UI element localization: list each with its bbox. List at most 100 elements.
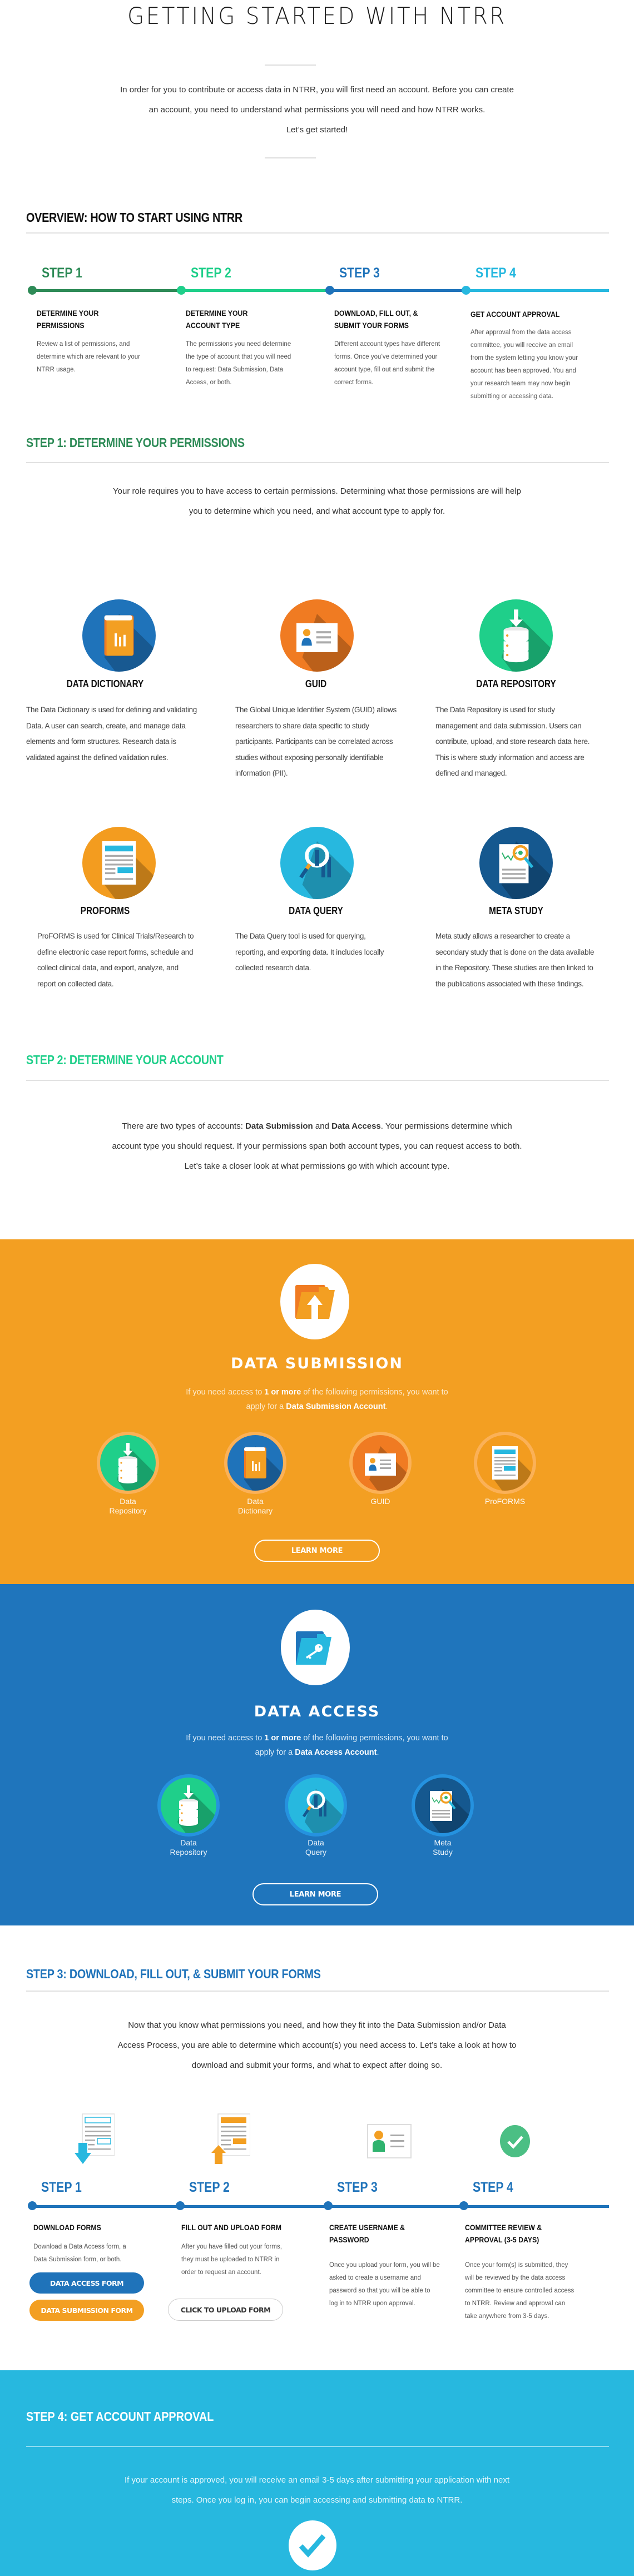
text: If you need access to [186, 1388, 265, 1397]
document-magnifier-icon [412, 1774, 474, 1837]
check-icon [289, 2520, 336, 2570]
step-heading: DETERMINE YOUR ACCOUNT TYPE [186, 309, 248, 330]
database-download-icon [479, 599, 553, 672]
step2-intro: There are two types of accounts: Data Su… [33, 1116, 601, 1177]
book-chart-icon [224, 1432, 286, 1494]
step-heading: DETERMINE YOUR PERMISSIONS [37, 309, 99, 330]
step-heading: CREATE USERNAME & PASSWORD [329, 2223, 405, 2244]
step1-intro: Your role requires you to have access to… [33, 482, 601, 522]
intro-line: There are two types of accounts: Data Su… [33, 1116, 601, 1136]
magnifier-chart-icon [280, 827, 354, 899]
data-submission-form-button[interactable]: DATA SUBMISSION FORM [29, 2300, 144, 2321]
id-card-icon [280, 599, 354, 672]
text: and [313, 1121, 332, 1131]
step-description: Once your form(s) is submitted, they wil… [465, 2262, 574, 2320]
permission-description: ProFORMS is used for Clinical Trials/Res… [37, 932, 194, 988]
step-heading: COMMITTEE REVIEW & APPROVAL (3-5 DAYS) [465, 2223, 542, 2244]
permission-title: META STUDY [489, 905, 543, 916]
intro-line: account type you should request. If your… [112, 1141, 522, 1151]
page: GETTING STARTED WITH NTRR In order for y… [0, 0, 634, 2576]
permission-label: GUID [341, 1497, 419, 1506]
step-heading: DOWNLOAD, FILL OUT, & SUBMIT YOUR FORMS [334, 309, 418, 330]
step-description: Once you upload your form, you will be a… [329, 2262, 440, 2307]
check-circle-icon [499, 2125, 531, 2158]
timeline-dot [325, 286, 334, 295]
permission-label: ProFORMS [466, 1497, 544, 1506]
step4-desc: If your account is approved, you will re… [33, 2470, 601, 2510]
timeline-dot [28, 286, 37, 295]
divider [265, 157, 316, 158]
permission-description: Meta study allows a researcher to create… [435, 932, 595, 988]
label-line: Data [247, 1497, 264, 1506]
user-card-icon [367, 2124, 412, 2158]
label-line: Study [433, 1848, 453, 1857]
permission-label: Data Query [277, 1838, 355, 1857]
icon-inner [415, 1778, 470, 1833]
book-chart-icon [82, 599, 156, 672]
step-description: Download a Data Access form, a Data Subm… [33, 2244, 126, 2263]
permission-title: PROFORMS [80, 905, 130, 916]
permission-label: Data Dictionary [216, 1497, 294, 1516]
step-label: STEP 3 [337, 2180, 378, 2195]
data-submission-section: DATA SUBMISSION If you need access to 1 … [0, 1239, 634, 1584]
step3-title: STEP 3: DOWNLOAD, FILL OUT, & SUBMIT YOU… [26, 1967, 321, 1981]
intro-line: In order for you to contribute or access… [120, 85, 514, 95]
learn-more-button[interactable]: LEARN MORE [252, 1883, 378, 1905]
intro-line: Let’s take a closer look at what permiss… [184, 1162, 450, 1171]
timeline-segment [32, 289, 181, 292]
step2-title: STEP 2: DETERMINE YOUR ACCOUNT [26, 1053, 224, 1067]
text: . [377, 1748, 379, 1757]
data-access-form-button[interactable]: DATA ACCESS FORM [29, 2272, 144, 2294]
text: 1 or more [264, 1388, 301, 1397]
permission-title: DATA DICTIONARY [66, 678, 144, 689]
document-magnifier-icon [479, 827, 553, 899]
learn-more-button[interactable]: LEARN MORE [254, 1540, 380, 1562]
timeline-dot [176, 2201, 185, 2210]
label-line: ProFORMS [484, 1497, 526, 1506]
label-line: Query [305, 1848, 327, 1857]
desc-line: steps. Once you log in, you can begin ac… [171, 2495, 463, 2505]
text: 1 or more [264, 1734, 301, 1743]
step-label: STEP 1 [41, 2180, 82, 2195]
permission-label: Data Repository [89, 1497, 167, 1516]
text: There are two types of accounts: [122, 1121, 246, 1131]
desc-line: apply for a Data Submission Account. [0, 1399, 634, 1414]
permission-label: Data Repository [150, 1838, 227, 1857]
timeline-dot [462, 286, 470, 295]
text: apply for a [246, 1402, 286, 1411]
intro-line: an account, you need to understand what … [148, 105, 486, 115]
timeline-dot [28, 2201, 37, 2210]
permission-title: GUID [305, 678, 327, 689]
label-line: Dictionary [237, 1506, 273, 1515]
label-line: GUID [370, 1497, 390, 1506]
icon-inner [100, 1435, 156, 1491]
upload-form-button[interactable]: CLICK TO UPLOAD FORM [168, 2299, 283, 2321]
intro-line: download and submit your forms, and what… [191, 2061, 443, 2070]
folder-key-icon [281, 1610, 350, 1685]
label-line: Repository [109, 1506, 147, 1515]
label-line: Data [308, 1838, 324, 1847]
data-submission-title: DATA SUBMISSION [231, 1355, 403, 1372]
step1-title: STEP 1: DETERMINE YOUR PERMISSIONS [26, 435, 245, 450]
step-description: After you have filled out your forms, th… [181, 2244, 282, 2276]
icon-inner [353, 1435, 408, 1491]
step-label: STEP 2 [191, 265, 231, 281]
permission-description: The Global Unique Identifier System (GUI… [235, 706, 397, 777]
text: If you need access to [186, 1734, 265, 1743]
data-access-desc: If you need access to 1 or more of the f… [0, 1731, 634, 1760]
step-label: STEP 1 [42, 265, 82, 281]
section-rule [26, 1991, 609, 1992]
permission-description: The Data Query tool is used for querying… [235, 932, 384, 972]
permission-description: The Data Repository is used for study ma… [435, 706, 590, 777]
text: . Your permissions determine which [380, 1121, 512, 1131]
account-type-name: Data Submission [245, 1121, 313, 1131]
text: apply for a [255, 1748, 295, 1757]
form-upload-icon [210, 2113, 251, 2166]
timeline-segment [181, 289, 330, 292]
permission-description: The Data Dictionary is used for defining… [26, 706, 197, 762]
desc-line: If you need access to 1 or more of the f… [0, 1731, 634, 1745]
icon-inner [288, 1778, 344, 1833]
step4-title: STEP 4: GET ACCOUNT APPROVAL [26, 2409, 214, 2424]
step-heading: GET ACCOUNT APPROVAL [470, 310, 560, 319]
label-line: Repository [170, 1848, 207, 1857]
